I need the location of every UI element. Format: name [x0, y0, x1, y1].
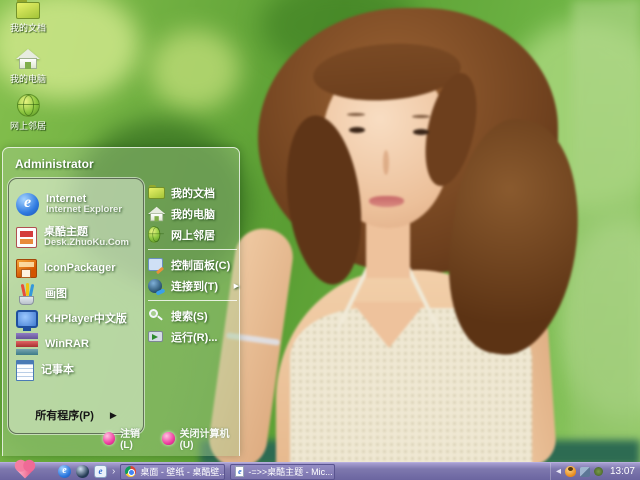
menu-item-iconpackager[interactable]: IconPackager: [16, 256, 140, 280]
start-menu-footer: 注销(L) 关闭计算机(U): [103, 425, 239, 451]
menu-item-label: 我的文档: [171, 187, 215, 200]
control-panel-icon: [148, 258, 163, 271]
log-off-icon: [103, 431, 116, 445]
menu-item-label: 搜索(S): [171, 310, 208, 323]
menu-item-label: 记事本: [41, 363, 74, 376]
menu-item-label: KHPlayer中文版: [45, 312, 127, 325]
woman-nose: [383, 150, 389, 175]
heart-start-icon: [16, 461, 34, 479]
security-icon[interactable]: [579, 466, 590, 477]
menu-item-zhuoku-theme[interactable]: 桌酷主题 Desk.ZhuoKu.Com: [16, 222, 140, 252]
update-icon[interactable]: [593, 467, 603, 476]
zhuoku-theme-icon: [16, 226, 37, 248]
menu-item-label: 画图: [45, 287, 67, 300]
menu-item-my-computer[interactable]: 我的电脑: [148, 203, 237, 224]
desktop-icon-label: 我的电脑: [9, 74, 46, 84]
taskbar-task-theme-page[interactable]: e -=>>桌酷主题 - Mic...: [230, 463, 336, 480]
taskbar: e › 桌面 - 壁纸 - 桌酷壁... e -=>>桌酷主题 - Mic...…: [0, 461, 640, 480]
menu-item-search[interactable]: 搜索(S): [148, 305, 237, 326]
start-menu-user-name: Administrator: [15, 157, 94, 171]
task-button-label: -=>>桌酷主题 - Mic...: [248, 467, 333, 477]
iconpackager-icon: [16, 258, 37, 278]
system-tray: ◂ 13:07: [549, 463, 640, 480]
menu-item-label: 我的电脑: [171, 208, 215, 221]
start-menu-pinned-panel: InternetInternet Explorer 桌酷主题Desk.ZhuoK…: [8, 178, 144, 434]
computer-house-icon: [148, 206, 164, 222]
menu-item-label: IconPackager: [44, 261, 116, 274]
quick-launch-internet-explorer-icon[interactable]: [58, 465, 71, 478]
menu-item-network-places[interactable]: 网上邻居: [148, 224, 237, 245]
chrome-icon: [125, 466, 137, 477]
winrar-icon: [16, 333, 38, 355]
woman-eye: [349, 127, 365, 133]
turn-off-icon: [162, 431, 175, 445]
all-programs-label: 所有程序(P): [35, 410, 94, 422]
log-off-button[interactable]: 注销(L): [103, 425, 150, 451]
log-off-label: 注销(L): [120, 429, 141, 451]
start-button[interactable]: [0, 461, 50, 480]
menu-item-label: WinRAR: [45, 337, 89, 350]
desktop-icon-network-places[interactable]: 网上邻居: [0, 94, 56, 132]
globe-icon: [148, 226, 164, 243]
desktop-icon-label: 网上邻居: [9, 121, 46, 131]
woman-eyebrow: [347, 113, 365, 116]
menu-item-paint[interactable]: 画图: [16, 282, 140, 306]
woman-lips: [369, 196, 404, 207]
quick-launch-overflow-chevron-icon[interactable]: ›: [112, 466, 115, 477]
submenu-arrow-icon: ▶: [233, 282, 239, 290]
woman-neck: [366, 220, 410, 278]
internet-explorer-icon: [16, 192, 39, 216]
quick-launch-browser-window-icon[interactable]: e: [94, 465, 107, 478]
woman-eyebrow: [412, 115, 430, 118]
menu-item-label: 桌酷主题 Desk.ZhuoKu.Com: [44, 225, 129, 248]
menu-item-run[interactable]: 运行(R)...: [148, 326, 237, 347]
quick-launch-world-globe-icon[interactable]: [76, 465, 89, 478]
menu-item-notepad[interactable]: 记事本: [16, 358, 140, 382]
search-icon: [148, 308, 163, 323]
all-programs-arrow-icon: ▶: [109, 409, 117, 420]
quick-launch-bar: e ›: [58, 465, 115, 478]
menu-item-khplayer[interactable]: KHPlayer中文版: [16, 307, 140, 331]
folder-icon: [16, 0, 40, 19]
menu-item-control-panel[interactable]: 控制面板(C): [148, 254, 237, 275]
desktop-icon-label: 我的文档: [9, 23, 46, 33]
menu-separator: [148, 249, 237, 250]
start-menu: Administrator InternetInternet Explorer …: [2, 147, 240, 456]
turn-off-computer-button[interactable]: 关闭计算机(U): [162, 425, 239, 451]
run-icon: [148, 331, 163, 342]
menu-item-label: 控制面板(C): [171, 259, 231, 272]
menu-item-label: 连接到(T): [171, 280, 219, 293]
menu-item-my-documents[interactable]: 我的文档: [148, 182, 237, 203]
khplayer-icon: [16, 310, 38, 331]
all-programs-button[interactable]: 所有程序(P) ▶: [9, 407, 143, 423]
desktop-icon-my-documents[interactable]: 我的文档: [0, 0, 56, 34]
menu-item-sublabel: Internet Explorer: [46, 203, 123, 215]
task-button-label: 桌面 - 壁纸 - 桌酷壁...: [140, 467, 226, 477]
desktop-icon-my-computer[interactable]: 我的电脑: [0, 48, 56, 85]
menu-item-connect-to[interactable]: 连接到(T) ▶: [148, 275, 239, 296]
folder-icon: [148, 184, 165, 199]
computer-house-icon: [16, 48, 40, 70]
menu-separator: [148, 300, 237, 301]
ie-document-icon: e: [235, 466, 245, 477]
menu-item-sublabel: Desk.ZhuoKu.Com: [44, 236, 129, 248]
globe-icon: [17, 94, 40, 117]
woman-eye: [413, 129, 429, 135]
notepad-icon: [16, 359, 34, 381]
menu-item-label: 网上邻居: [171, 229, 215, 242]
connect-to-icon: [148, 278, 162, 293]
taskbar-task-wallpaper-page[interactable]: 桌面 - 壁纸 - 桌酷壁...: [120, 463, 226, 480]
menu-item-internet[interactable]: InternetInternet Explorer: [16, 189, 140, 219]
start-menu-places-panel: 我的文档 我的电脑 网上邻居 控制面板(C) 连接到(T) ▶ 搜索(S) 运行…: [148, 182, 239, 347]
menu-item-label: 运行(R)...: [171, 331, 218, 344]
tray-chevron-icon[interactable]: ◂: [556, 466, 561, 477]
menu-item-winrar[interactable]: WinRAR: [16, 332, 140, 356]
clock[interactable]: 13:07: [610, 466, 635, 477]
paint-icon: [16, 282, 38, 305]
desktop-screen: 我的文档 我的电脑 网上邻居 Administrator InternetInt…: [0, 0, 640, 480]
menu-item-label: Internet Internet Explorer: [46, 192, 123, 215]
qq-icon[interactable]: [564, 466, 576, 477]
turn-off-label: 关闭计算机(U): [179, 429, 230, 451]
